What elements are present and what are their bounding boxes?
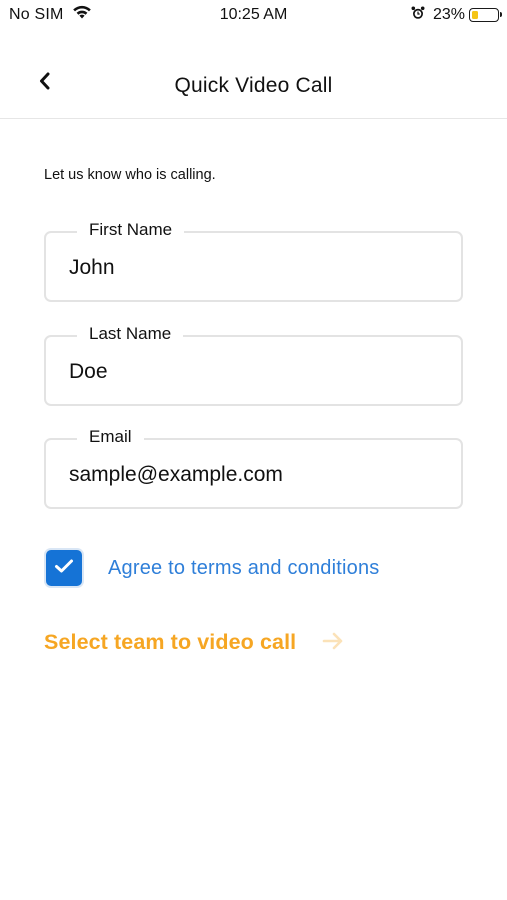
select-team-button[interactable]: Select team to video call: [44, 630, 344, 655]
agree-terms-link[interactable]: Agree to terms and conditions: [108, 557, 380, 580]
last-name-field[interactable]: Last Name: [44, 322, 463, 406]
checkmark-icon: [54, 558, 74, 579]
select-team-label: Select team to video call: [44, 630, 297, 654]
agree-row[interactable]: Agree to terms and conditions: [44, 550, 380, 586]
battery-icon: [469, 8, 502, 22]
nav-bar: Quick Video Call: [0, 30, 507, 119]
status-right: 23%: [411, 5, 502, 25]
first-name-label: First Name: [77, 218, 185, 242]
last-name-label: Last Name: [77, 322, 184, 346]
email-input[interactable]: [69, 463, 429, 487]
status-bar: No SIM 10:25 AM 23%: [0, 0, 507, 30]
last-name-input[interactable]: [69, 360, 429, 384]
alarm-icon: [411, 6, 425, 25]
page-title: Quick Video Call: [174, 74, 333, 97]
email-field[interactable]: Email: [44, 425, 463, 509]
arrow-right-icon: [322, 632, 344, 655]
battery-fill: [472, 11, 478, 19]
first-name-field[interactable]: First Name: [44, 218, 463, 302]
battery-percent: 23%: [432, 6, 465, 23]
first-name-input[interactable]: [69, 256, 429, 280]
email-label: Email: [77, 425, 144, 449]
intro-text: Let us know who is calling.: [44, 167, 216, 183]
agree-checkbox[interactable]: [46, 550, 82, 586]
